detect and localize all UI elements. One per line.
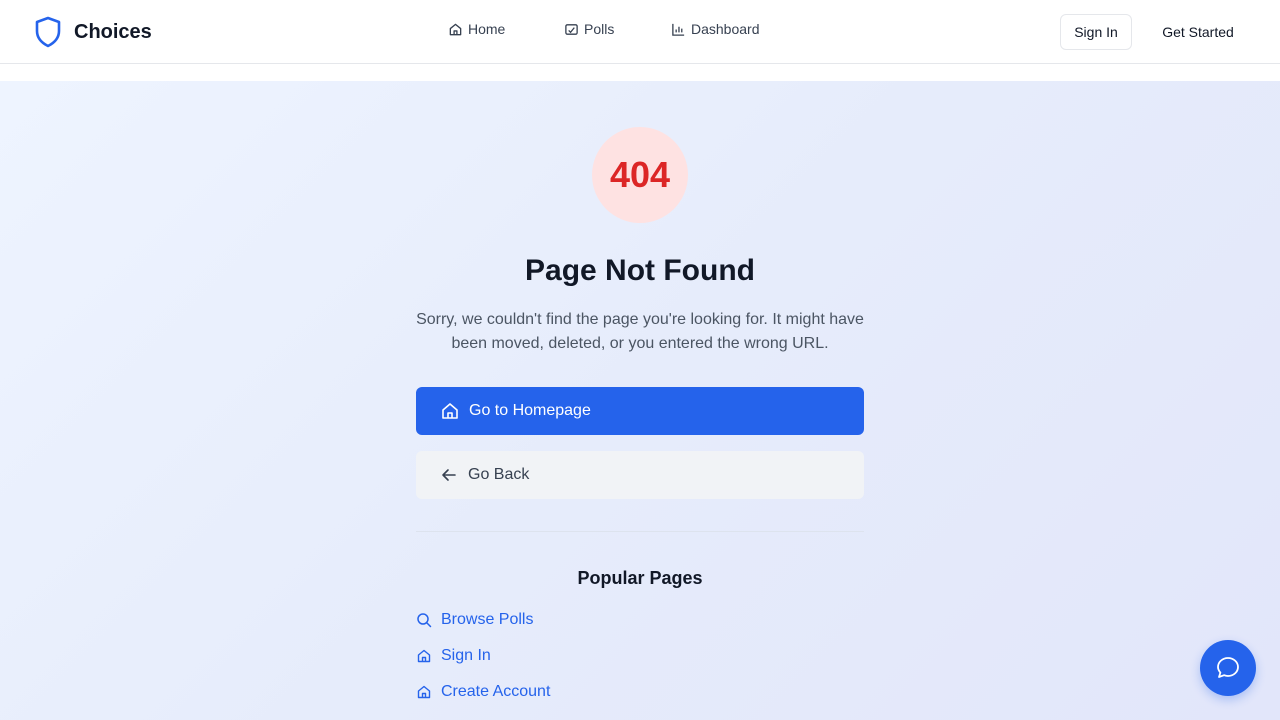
- brand-logo[interactable]: Choices: [34, 16, 152, 48]
- poll-icon: [565, 23, 578, 35]
- popular-pages-heading: Popular Pages: [577, 568, 703, 588]
- arrow-left-icon: [442, 469, 456, 481]
- bar-chart-icon: [672, 23, 685, 36]
- chat-button[interactable]: [1200, 640, 1256, 696]
- link-sign-in-label: Sign In: [441, 647, 491, 664]
- section-divider: [416, 531, 864, 532]
- link-create-account[interactable]: Create Account: [416, 683, 550, 701]
- go-to-homepage-label: Go to Homepage: [469, 402, 591, 419]
- brand-name: Choices: [74, 20, 152, 43]
- link-create-account-label: Create Account: [441, 683, 551, 700]
- shield-icon: [35, 16, 61, 48]
- error-description: Sorry, we couldn't find the page you're …: [416, 311, 864, 352]
- go-to-homepage-button[interactable]: Go to Homepage: [416, 387, 864, 435]
- home-icon: [417, 649, 431, 663]
- not-found-section: 404 Page Not Found Sorry, we couldn't fi…: [0, 81, 1280, 720]
- link-sign-in[interactable]: Sign In: [416, 647, 491, 665]
- error-code-badge: 404: [592, 127, 688, 223]
- search-icon: [417, 613, 432, 628]
- home-icon: [417, 685, 431, 699]
- home-icon: [449, 23, 462, 35]
- page-title: Page Not Found: [525, 254, 755, 287]
- nav-polls[interactable]: Polls: [564, 21, 614, 37]
- link-browse-polls-label: Browse Polls: [441, 611, 534, 628]
- chat-bubble-icon: [1217, 657, 1239, 678]
- nav-dashboard-label: Dashboard: [691, 21, 760, 37]
- nav-home-label: Home: [468, 21, 506, 37]
- go-back-label: Go Back: [468, 466, 530, 483]
- sign-in-button[interactable]: Sign In: [1060, 14, 1132, 50]
- nav-dashboard[interactable]: Dashboard: [671, 21, 760, 37]
- go-back-button[interactable]: Go Back: [416, 451, 864, 499]
- get-started-button[interactable]: Get Started: [1148, 14, 1248, 50]
- nav-polls-label: Polls: [584, 21, 615, 37]
- link-browse-polls[interactable]: Browse Polls: [416, 611, 533, 629]
- home-icon: [442, 403, 458, 419]
- nav-home[interactable]: Home: [448, 21, 505, 37]
- top-navbar: Choices Home Polls Dashboard Sign In Get…: [0, 0, 1280, 64]
